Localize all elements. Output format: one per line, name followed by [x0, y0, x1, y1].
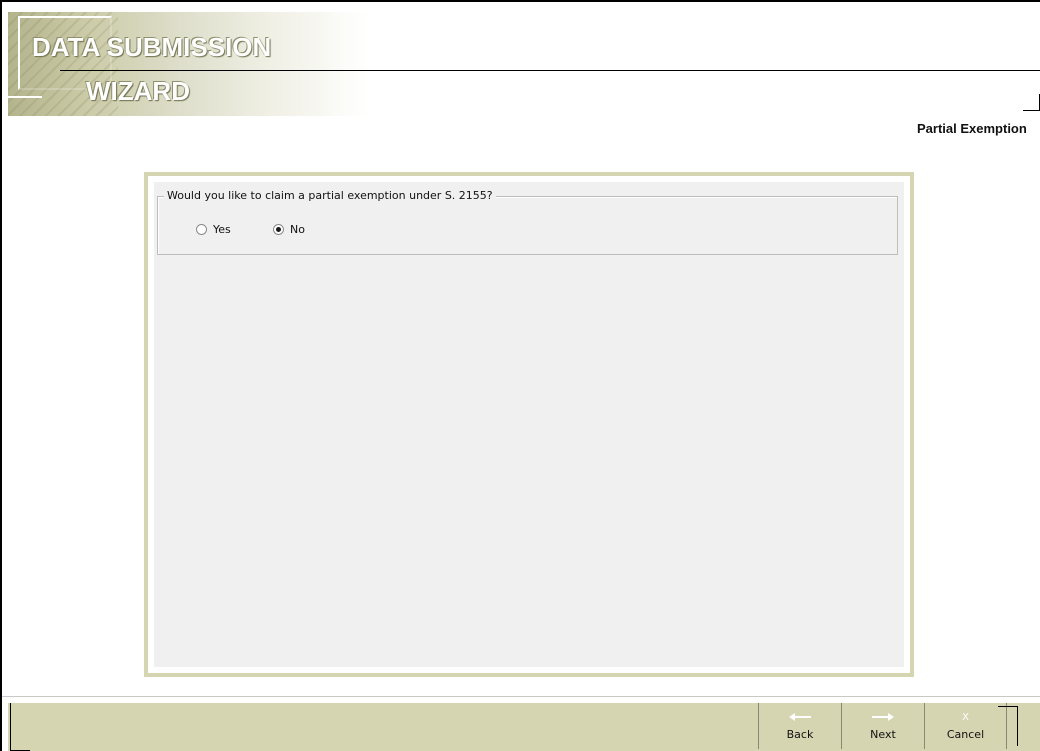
back-button-label[interactable]: Back	[787, 728, 814, 741]
wizard-logo: DATA SUBMISSION WIZARD	[8, 12, 368, 116]
exemption-question-label: Would you like to claim a partial exempt…	[164, 189, 496, 202]
back-button[interactable]: Back	[758, 703, 841, 749]
logo-title: DATA SUBMISSION	[32, 32, 272, 62]
footer-right-bracket	[998, 706, 1018, 746]
exemption-question-group: Would you like to claim a partial exempt…	[157, 189, 898, 255]
radio-yes-button[interactable]	[196, 224, 207, 235]
radio-no-button[interactable]	[273, 224, 284, 235]
radio-option-yes[interactable]: Yes	[196, 223, 231, 236]
cancel-button[interactable]: X Cancel	[924, 703, 1007, 749]
footer-left-bracket	[10, 703, 30, 751]
content-panel: Would you like to claim a partial exempt…	[144, 172, 914, 677]
radio-no-label[interactable]: No	[290, 223, 305, 236]
header: DATA SUBMISSION WIZARD Partial Exemption	[2, 2, 1040, 136]
cancel-button-label[interactable]: Cancel	[947, 728, 984, 741]
arrow-left-icon	[789, 710, 811, 724]
header-corner-bracket	[1023, 94, 1040, 111]
radio-option-no[interactable]: No	[273, 223, 305, 236]
arrow-right-icon	[872, 710, 894, 724]
wizard-window: DATA SUBMISSION WIZARD Partial Exemption…	[0, 0, 1040, 751]
radio-yes-label[interactable]: Yes	[213, 223, 231, 236]
header-divider	[60, 70, 1040, 71]
close-icon: X	[962, 711, 969, 723]
logo-subtitle: WIZARD	[86, 76, 190, 106]
logo-underline	[8, 96, 42, 98]
footer-divider	[2, 696, 1040, 697]
page-title: Partial Exemption	[917, 121, 1027, 136]
content-panel-body: Would you like to claim a partial exempt…	[154, 182, 904, 667]
next-button[interactable]: Next	[841, 703, 924, 749]
navigation-bar: Back Next X Cancel	[8, 702, 1040, 751]
next-button-label[interactable]: Next	[870, 728, 896, 741]
